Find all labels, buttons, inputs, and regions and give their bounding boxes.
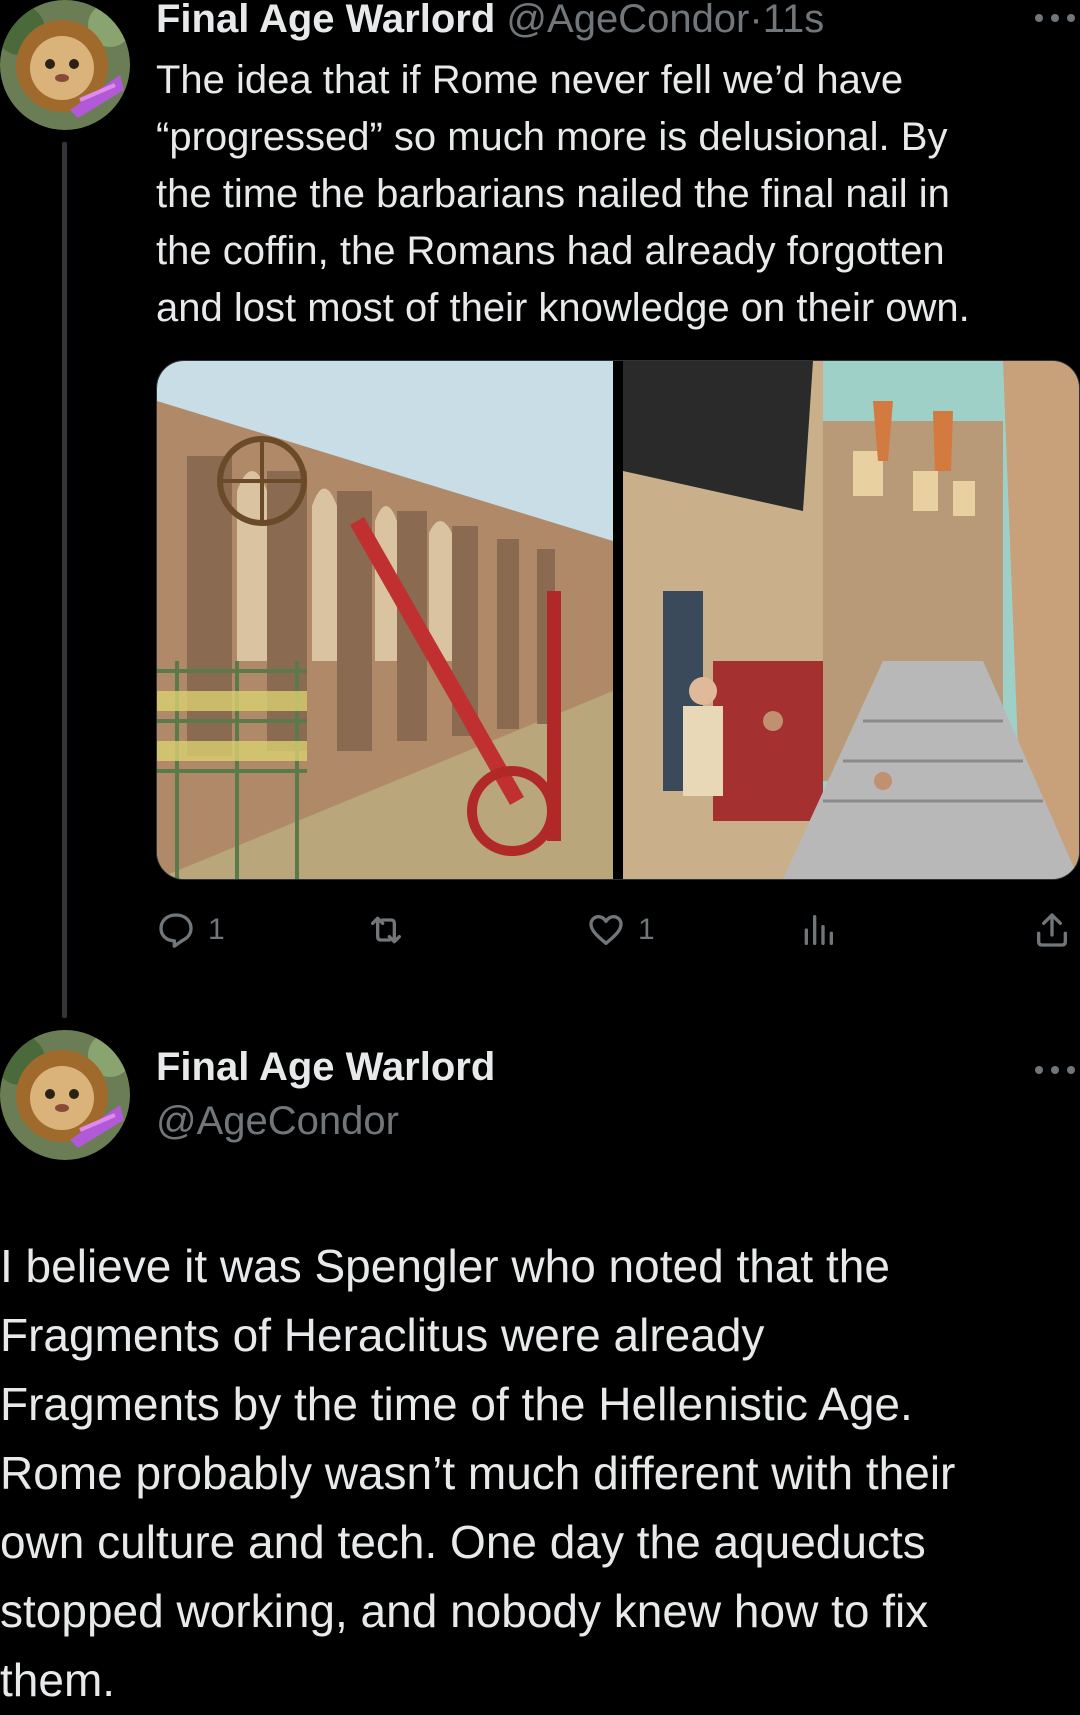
media-image-aqueduct[interactable] — [157, 361, 613, 879]
lion-cat-avatar-image — [0, 1030, 130, 1160]
more-icon[interactable] — [1035, 1060, 1075, 1080]
tweet-header: Final Age Warlord @AgeCondor·11s — [156, 0, 824, 44]
user-handle[interactable]: @AgeCondor — [506, 0, 749, 41]
separator: · — [749, 0, 763, 41]
like-icon — [589, 915, 623, 945]
user-handle[interactable]: @AgeCondor — [156, 1096, 399, 1146]
share-icon — [1037, 913, 1067, 947]
tweet-text: The idea that if Rome never fell we’d ha… — [156, 58, 970, 330]
aqueduct-illustration — [157, 361, 613, 879]
like-count: 1 — [638, 913, 655, 946]
retweet-icon — [371, 916, 401, 944]
reply-count: 1 — [208, 913, 225, 946]
roman-street-illustration — [623, 361, 1079, 879]
avatar[interactable] — [0, 0, 130, 130]
like-button[interactable]: 1 — [586, 900, 655, 960]
reply-icon — [159, 913, 193, 948]
display-name[interactable]: Final Age Warlord — [156, 1042, 495, 1092]
media-image-street[interactable] — [623, 361, 1079, 879]
timestamp[interactable]: 11s — [763, 0, 825, 41]
media-gallery — [156, 360, 1080, 880]
reply-tweet-text: I believe it was Spengler who noted that… — [0, 1240, 956, 1706]
retweet-button[interactable] — [366, 900, 418, 960]
share-button[interactable] — [1032, 900, 1072, 960]
tweet-actions: 1 1 — [156, 900, 1078, 960]
lion-cat-avatar-image — [0, 0, 130, 130]
thread-connector-line — [62, 142, 67, 1018]
display-name[interactable]: Final Age Warlord — [156, 0, 495, 41]
more-icon[interactable] — [1035, 8, 1075, 28]
views-icon — [804, 915, 833, 945]
reply-button[interactable]: 1 — [156, 900, 225, 960]
avatar[interactable] — [0, 1030, 130, 1160]
views-button[interactable] — [798, 900, 850, 960]
